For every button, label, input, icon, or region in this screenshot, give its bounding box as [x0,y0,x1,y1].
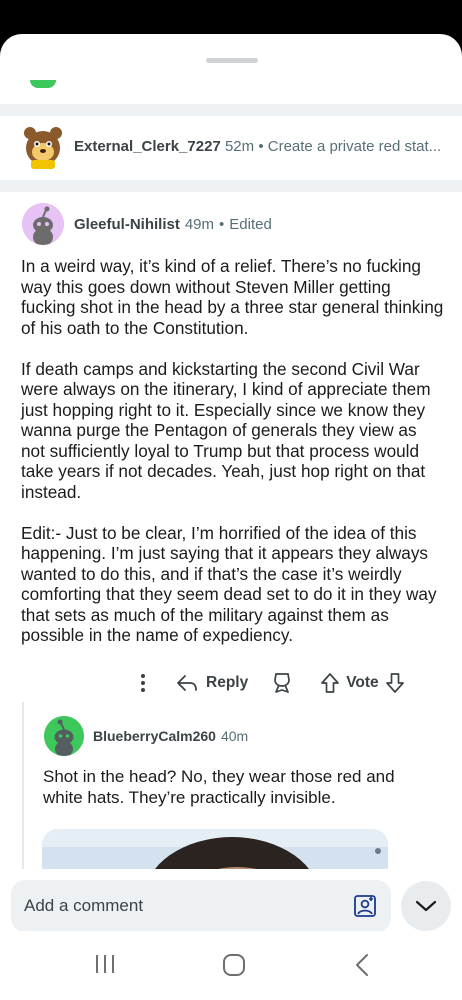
vote-control: Vote [320,672,404,694]
collapsed-comment-summary: External_Clerk_7227 52m • Create a priva… [74,138,446,155]
more-options-button[interactable] [140,673,146,693]
comments-sheet: External_Clerk_7227 52m • Create a priva… [0,34,462,1000]
comment-header: Gleeful-Nihilist 49m • Edited [22,202,272,246]
avatar[interactable] [44,716,84,756]
comment-age: 49m [184,215,215,233]
comment-body: In a weird way, it’s kind of a relief. T… [21,256,445,666]
add-comment-placeholder: Add a comment [24,896,144,915]
more-vertical-icon [141,674,145,692]
divider [0,104,462,116]
drag-handle[interactable] [206,58,258,63]
status-bar [0,0,462,36]
upvote-icon[interactable] [320,672,340,694]
avatar-fragment [30,80,56,88]
reply-label: Reply [206,674,249,691]
reply-arrow-icon [177,675,197,691]
recents-icon[interactable] [94,953,116,975]
chevron-down-icon [415,900,437,912]
reply-author[interactable]: BlueberryCalm260 [93,728,216,744]
collapse-button[interactable] [401,881,451,931]
reply-body: Shot in the head? No, they wear those re… [43,767,395,807]
reply-age: 40m [220,728,249,744]
comment-paragraph: In a weird way, it’s kind of a relief. T… [21,256,444,338]
award-icon [274,673,291,693]
collapsed-comment[interactable]: External_Clerk_7227 52m • Create a priva… [0,116,462,178]
award-button[interactable] [272,672,292,694]
reply-header: BlueberryCalm260 40m [44,716,248,756]
back-icon[interactable] [354,953,370,977]
comment-author[interactable]: Gleeful-Nihilist [74,216,180,233]
edited-label: Edited [229,215,272,233]
avatar[interactable] [22,124,64,170]
collapsed-author[interactable]: External_Clerk_7227 [74,138,221,155]
add-comment-input[interactable]: Add a comment [11,880,391,932]
separator-dot: • [219,215,225,233]
avatar[interactable] [22,203,64,245]
snoo-avatar-icon [22,203,64,245]
collapsed-preview: Create a private red stat... [267,138,442,155]
divider [0,180,462,192]
collapsed-age: 52m [224,138,255,155]
reply-button[interactable]: Reply [176,673,248,693]
vote-label: Vote [346,674,379,691]
separator-dot: • [258,138,264,155]
image-icon[interactable] [353,894,377,918]
downvote-icon[interactable] [385,672,405,694]
snoo-avatar-icon [44,716,84,756]
comment-actions: Reply Vote [140,668,405,698]
system-nav-bar [0,931,462,1000]
comment-paragraph: If death camps and kickstarting the seco… [21,358,431,502]
comment-paragraph: Edit:- Just to be clear, I’m horrified o… [21,522,437,646]
home-icon[interactable] [222,953,246,977]
